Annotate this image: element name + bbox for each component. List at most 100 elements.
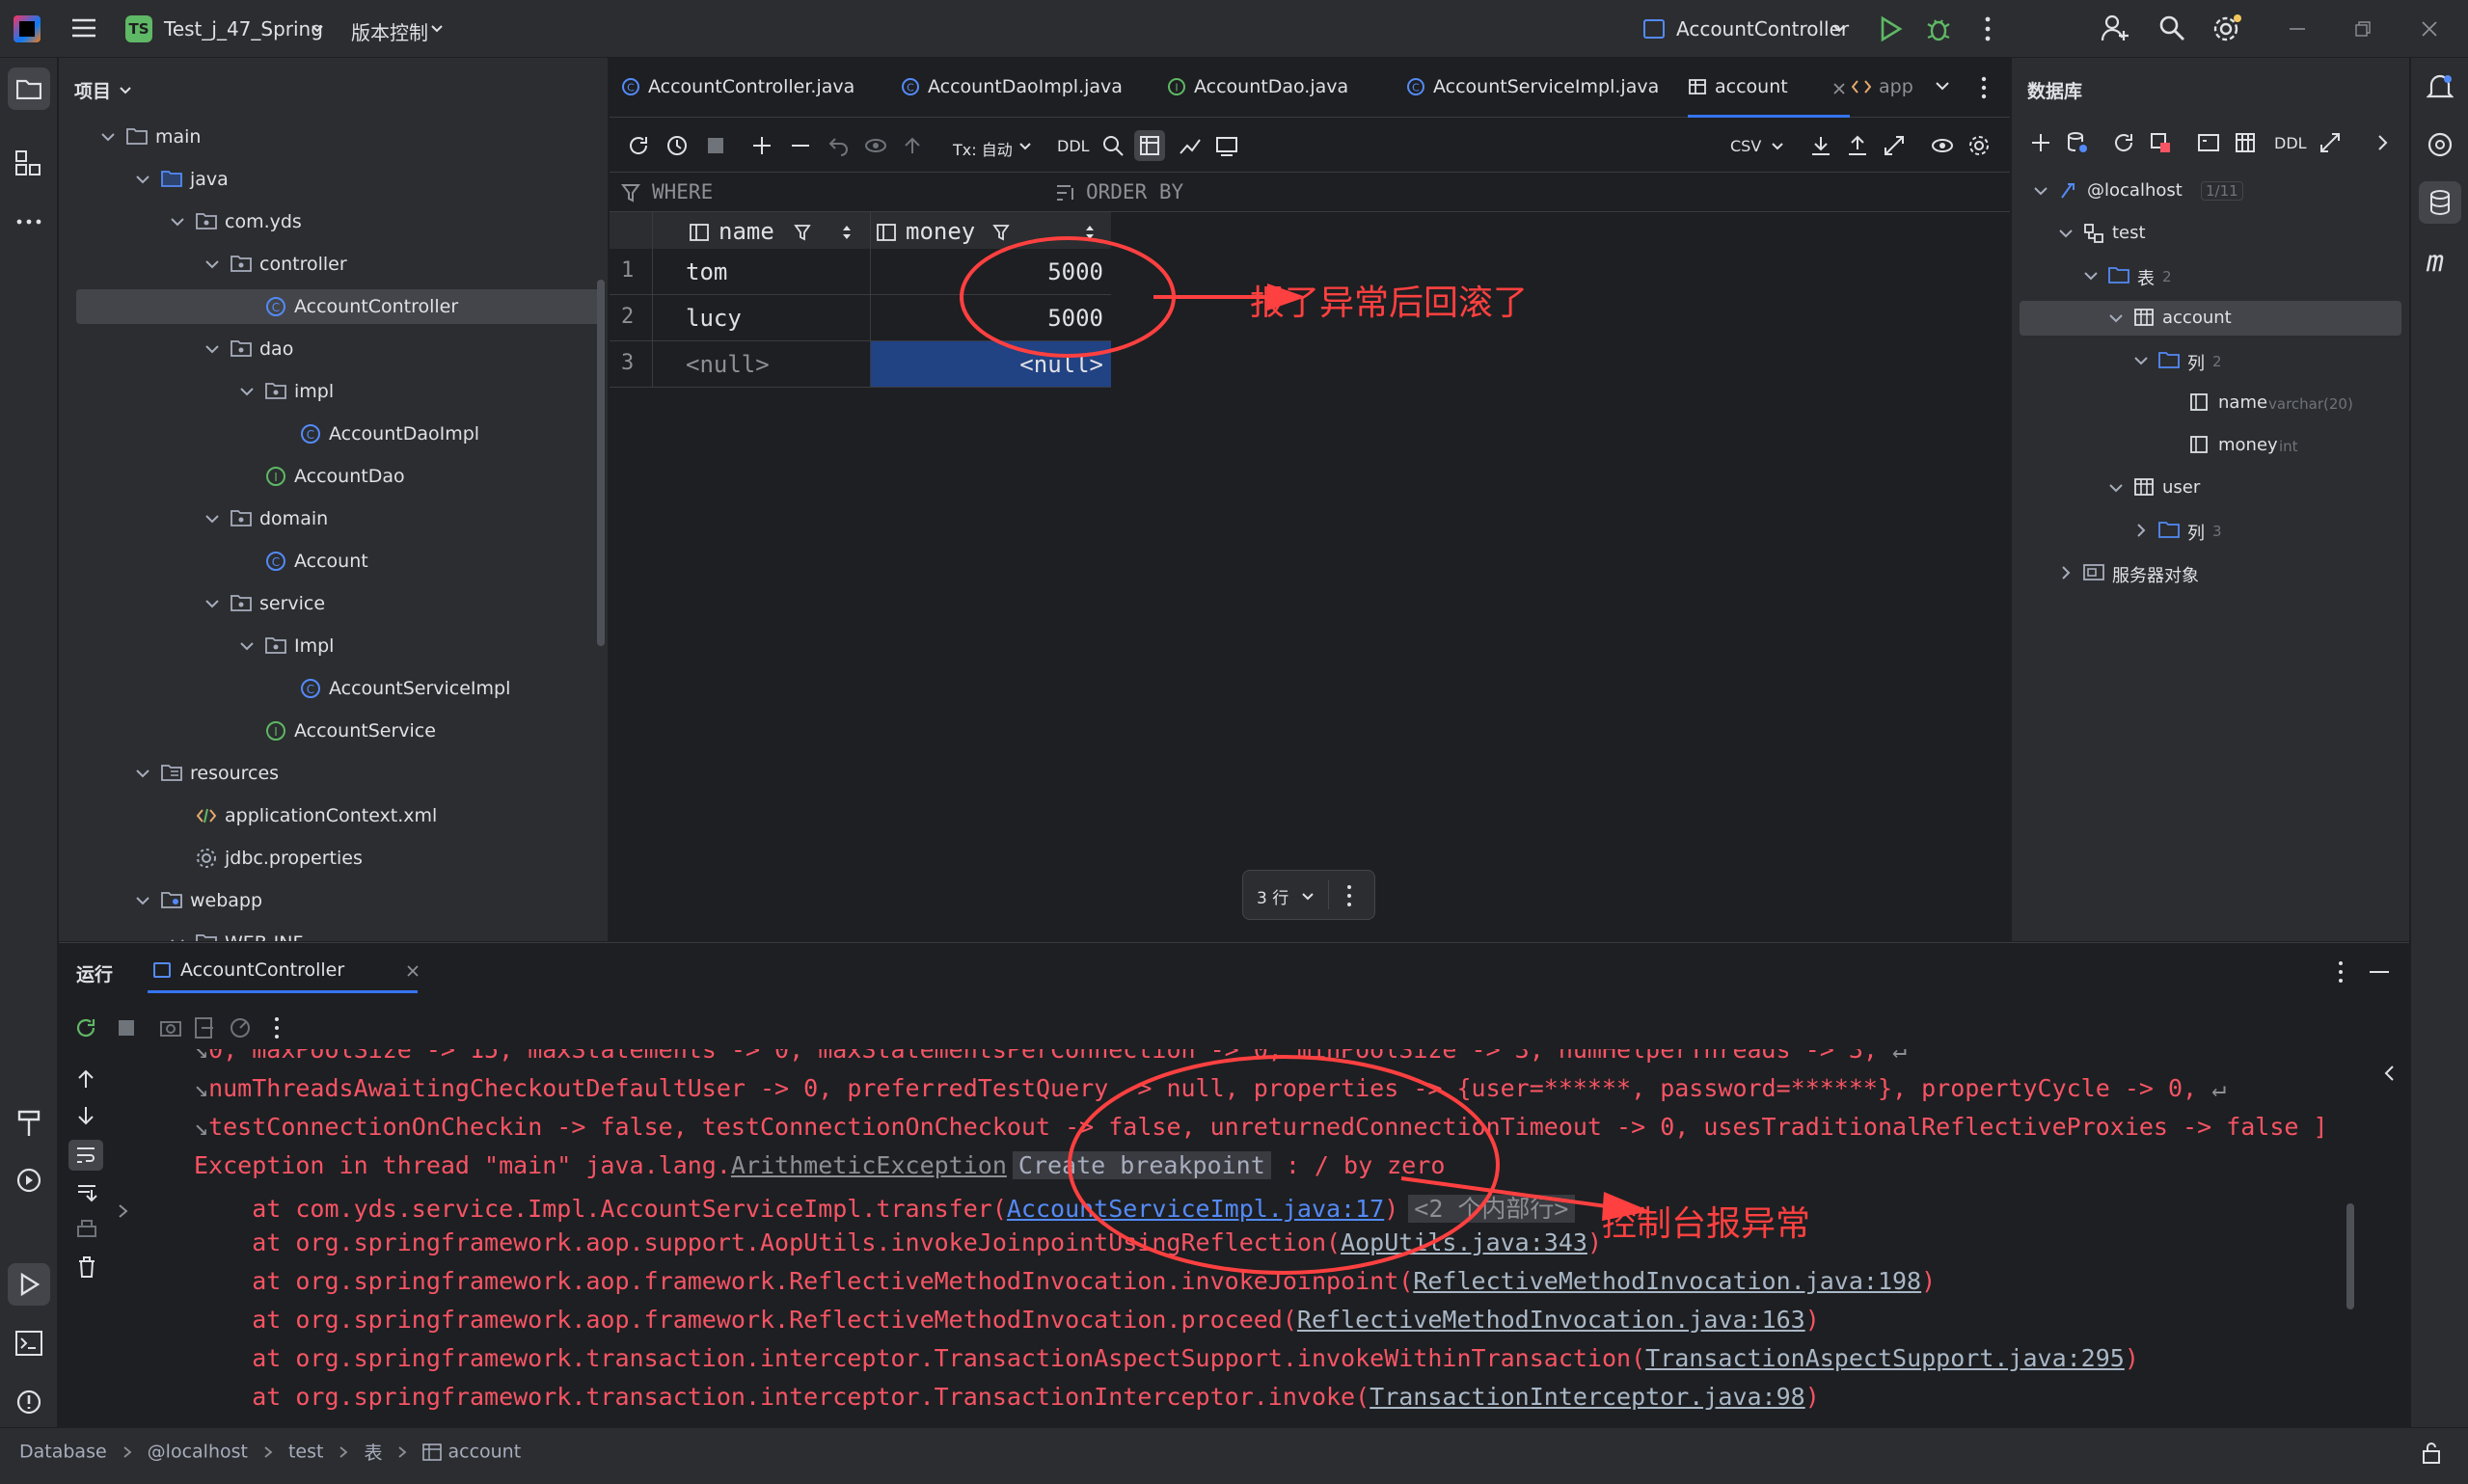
debug-icon[interactable] — [1925, 14, 1952, 43]
column-header-name[interactable]: name — [652, 212, 870, 249]
breadcrumb-item[interactable]: Database — [19, 1442, 107, 1463]
project-scrollbar[interactable] — [597, 280, 605, 646]
more-icon[interactable] — [2337, 960, 2345, 984]
main-menu-icon[interactable] — [71, 17, 96, 39]
export-format-dropdown[interactable]: CSV — [1730, 132, 1792, 159]
minimize-panel-icon[interactable] — [2370, 970, 2389, 974]
history-icon[interactable] — [665, 134, 689, 157]
disconnect-icon[interactable] — [2149, 131, 2172, 154]
submit-icon[interactable] — [901, 134, 924, 157]
db-tree-item[interactable]: 列2 — [2020, 343, 2401, 378]
cell-name[interactable]: tom — [652, 249, 870, 294]
maven-icon[interactable]: m — [2427, 245, 2444, 279]
ddl-button[interactable]: DDL — [2274, 134, 2307, 152]
tree-item-jdbc-properties[interactable]: jdbc.properties — [59, 841, 599, 876]
chevron-down-icon[interactable] — [2108, 310, 2124, 326]
tree-item-impl[interactable]: Impl — [59, 629, 599, 663]
minimize-icon[interactable] — [2290, 27, 2305, 31]
chevron-down-icon[interactable] — [134, 892, 151, 909]
ddl-button[interactable]: DDL — [1057, 137, 1090, 155]
tree-item-main[interactable]: main — [59, 120, 599, 154]
tree-item-account[interactable]: C Account — [59, 544, 599, 579]
close-tab-icon[interactable] — [1832, 82, 1846, 95]
view-options-icon[interactable] — [1931, 134, 1954, 157]
cell-name[interactable]: lucy — [652, 295, 870, 340]
run-tool-button[interactable] — [8, 1263, 50, 1306]
more-actions-icon[interactable] — [1981, 15, 1994, 42]
data-source-icon[interactable] — [2066, 131, 2089, 154]
breadcrumb-item[interactable]: 表 — [364, 1443, 382, 1464]
chevron-down-icon[interactable] — [2033, 183, 2048, 199]
vcs-widget[interactable]: 版本控制 — [351, 13, 457, 44]
tree-item-applicationcontext-xml[interactable]: applicationContext.xml — [59, 798, 599, 833]
upload-icon[interactable] — [1846, 134, 1869, 157]
breadcrumb-item[interactable]: account — [447, 1442, 521, 1463]
chevron-down-icon[interactable] — [2108, 480, 2124, 496]
console-icon[interactable] — [2197, 131, 2220, 154]
view-toggle-button[interactable] — [1134, 130, 1165, 161]
stop-icon[interactable] — [117, 1018, 136, 1038]
chevron-down-icon[interactable] — [99, 128, 117, 146]
db-tree-item[interactable]: 表2 — [2020, 258, 2401, 293]
tree-item-java[interactable]: java — [59, 162, 599, 197]
breadcrumb-item[interactable]: test — [288, 1442, 324, 1463]
chevron-down-icon[interactable] — [134, 171, 151, 188]
chevron-down-icon[interactable] — [203, 510, 221, 527]
tree-item-com-yds[interactable]: com.yds — [59, 204, 599, 239]
revert-icon[interactable] — [827, 134, 851, 157]
chevron-down-icon[interactable] — [2058, 226, 2074, 241]
chevron-left-icon[interactable] — [2383, 1065, 2397, 1082]
delete-row-icon[interactable] — [789, 134, 812, 157]
terminal-icon[interactable] — [15, 1331, 42, 1356]
db-tree-item[interactable]: 服务器对象 — [2020, 555, 2401, 590]
exit-icon[interactable] — [194, 1016, 215, 1039]
tree-item-dao[interactable]: dao — [59, 332, 599, 366]
tree-item-impl[interactable]: impl — [59, 374, 599, 409]
db-tree-item[interactable]: name varchar(20) — [2020, 386, 2401, 420]
stack-frame-link[interactable]: ReflectiveMethodInvocation.java:163 — [1297, 1306, 1805, 1334]
lock-icon[interactable] — [2421, 1442, 2442, 1465]
restore-icon[interactable] — [2355, 21, 2371, 37]
close-tab-icon[interactable] — [406, 964, 420, 978]
chevron-down-icon[interactable] — [238, 383, 256, 400]
rerun-icon[interactable] — [74, 1016, 97, 1039]
breadcrumb-item[interactable]: @localhost — [148, 1442, 248, 1463]
where-filter-input[interactable]: WHERE — [652, 180, 713, 203]
compare-icon[interactable] — [1883, 134, 1906, 157]
chevron-down-icon[interactable] — [2083, 268, 2099, 283]
chevron-down-icon[interactable] — [169, 213, 186, 230]
project-tool-button[interactable] — [8, 67, 50, 110]
project-widget[interactable]: TS Test_j_47_Spring — [123, 13, 336, 44]
ai-assistant-icon[interactable] — [2427, 131, 2454, 158]
chevron-right-icon[interactable] — [2371, 131, 2394, 154]
db-tree-item[interactable]: @localhost 1/11 — [2020, 174, 2401, 208]
settings-icon[interactable] — [2212, 13, 2243, 42]
tab-list-chevron-icon[interactable] — [1935, 81, 1950, 93]
tree-item-domain[interactable]: domain — [59, 501, 599, 536]
console-scrollbar[interactable] — [2346, 1203, 2354, 1309]
more-icon[interactable] — [273, 1016, 281, 1039]
stack-frame-link[interactable]: TransactionInterceptor.java:98 — [1370, 1383, 1805, 1411]
search-icon[interactable] — [1101, 134, 1125, 157]
preview-changes-icon[interactable] — [864, 134, 887, 157]
tree-item-controller[interactable]: controller — [59, 247, 599, 282]
order-by-input[interactable]: ORDER BY — [1086, 180, 1183, 203]
services-icon[interactable] — [15, 1167, 42, 1194]
tab-accountdaoimpl-java[interactable]: C AccountDaoImpl.java — [901, 58, 1157, 118]
chevron-down-icon[interactable] — [134, 765, 151, 782]
screenshot-icon[interactable] — [159, 1018, 182, 1038]
add-user-icon[interactable] — [2101, 13, 2131, 42]
tree-item-accountcontroller[interactable]: C AccountController — [76, 289, 599, 324]
settings-icon[interactable] — [1967, 134, 1991, 157]
db-tree-item[interactable]: 列3 — [2020, 513, 2401, 548]
download-icon[interactable] — [1809, 134, 1832, 157]
sort-icon[interactable] — [842, 224, 852, 241]
chevron-down-icon[interactable] — [203, 340, 221, 358]
tree-item-accountdao[interactable]: I AccountDao — [59, 459, 599, 494]
chevron-right-icon[interactable] — [2058, 565, 2074, 580]
db-tree-item[interactable]: account — [2020, 301, 2401, 336]
tab-accountserviceimpl-java[interactable]: C AccountServiceImpl.java — [1406, 58, 1678, 118]
run-icon[interactable] — [1879, 15, 1904, 42]
db-tree-item[interactable]: user — [2020, 471, 2401, 505]
tab-accountcontroller-java[interactable]: C AccountController.java — [621, 58, 891, 118]
